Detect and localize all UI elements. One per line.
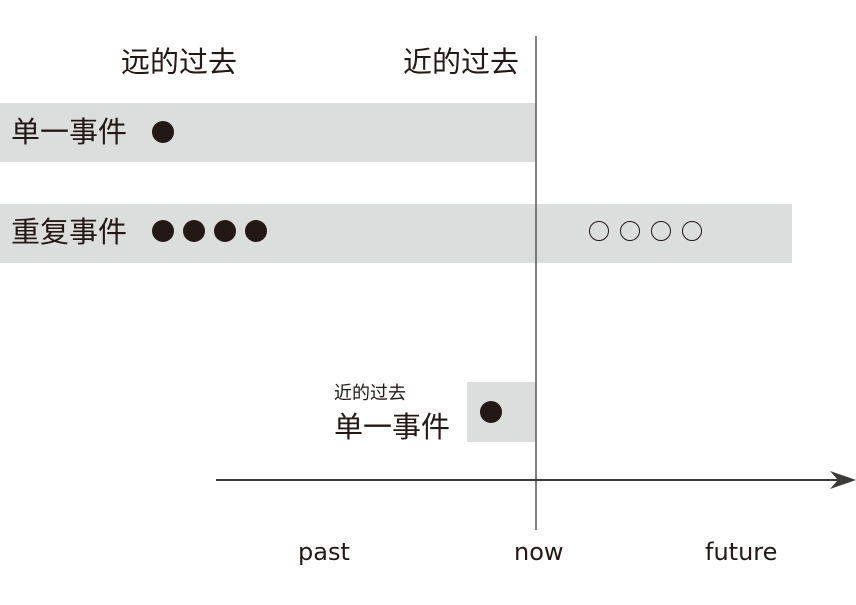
near-past-caption: 近的过去 bbox=[334, 383, 406, 404]
near-past-event-dot bbox=[480, 401, 502, 423]
timeline-diagram: 远的过去 近的过去 单一事件 重复事件 近的过去 单一事件 past now f… bbox=[0, 0, 856, 605]
single-event-dot bbox=[152, 121, 174, 143]
repeated-event-dot bbox=[245, 220, 267, 242]
repeated-event-label: 重复事件 bbox=[11, 215, 128, 249]
axis-lines bbox=[216, 36, 856, 530]
axis-label-future: future bbox=[705, 538, 778, 566]
future-event-ring bbox=[620, 221, 640, 241]
repeated-event-dot bbox=[214, 220, 236, 242]
repeated-event-dot bbox=[183, 220, 205, 242]
future-event-ring bbox=[589, 221, 609, 241]
repeated-event-dot bbox=[152, 220, 174, 242]
far-past-header: 远的过去 bbox=[121, 45, 238, 79]
single-event-label: 单一事件 bbox=[11, 115, 128, 149]
axis-label-past: past bbox=[298, 538, 350, 566]
axis-label-now: now bbox=[514, 538, 564, 566]
near-past-header: 近的过去 bbox=[403, 45, 520, 79]
near-past-event-label: 单一事件 bbox=[334, 410, 451, 444]
future-event-ring bbox=[682, 221, 702, 241]
future-event-ring bbox=[651, 221, 671, 241]
